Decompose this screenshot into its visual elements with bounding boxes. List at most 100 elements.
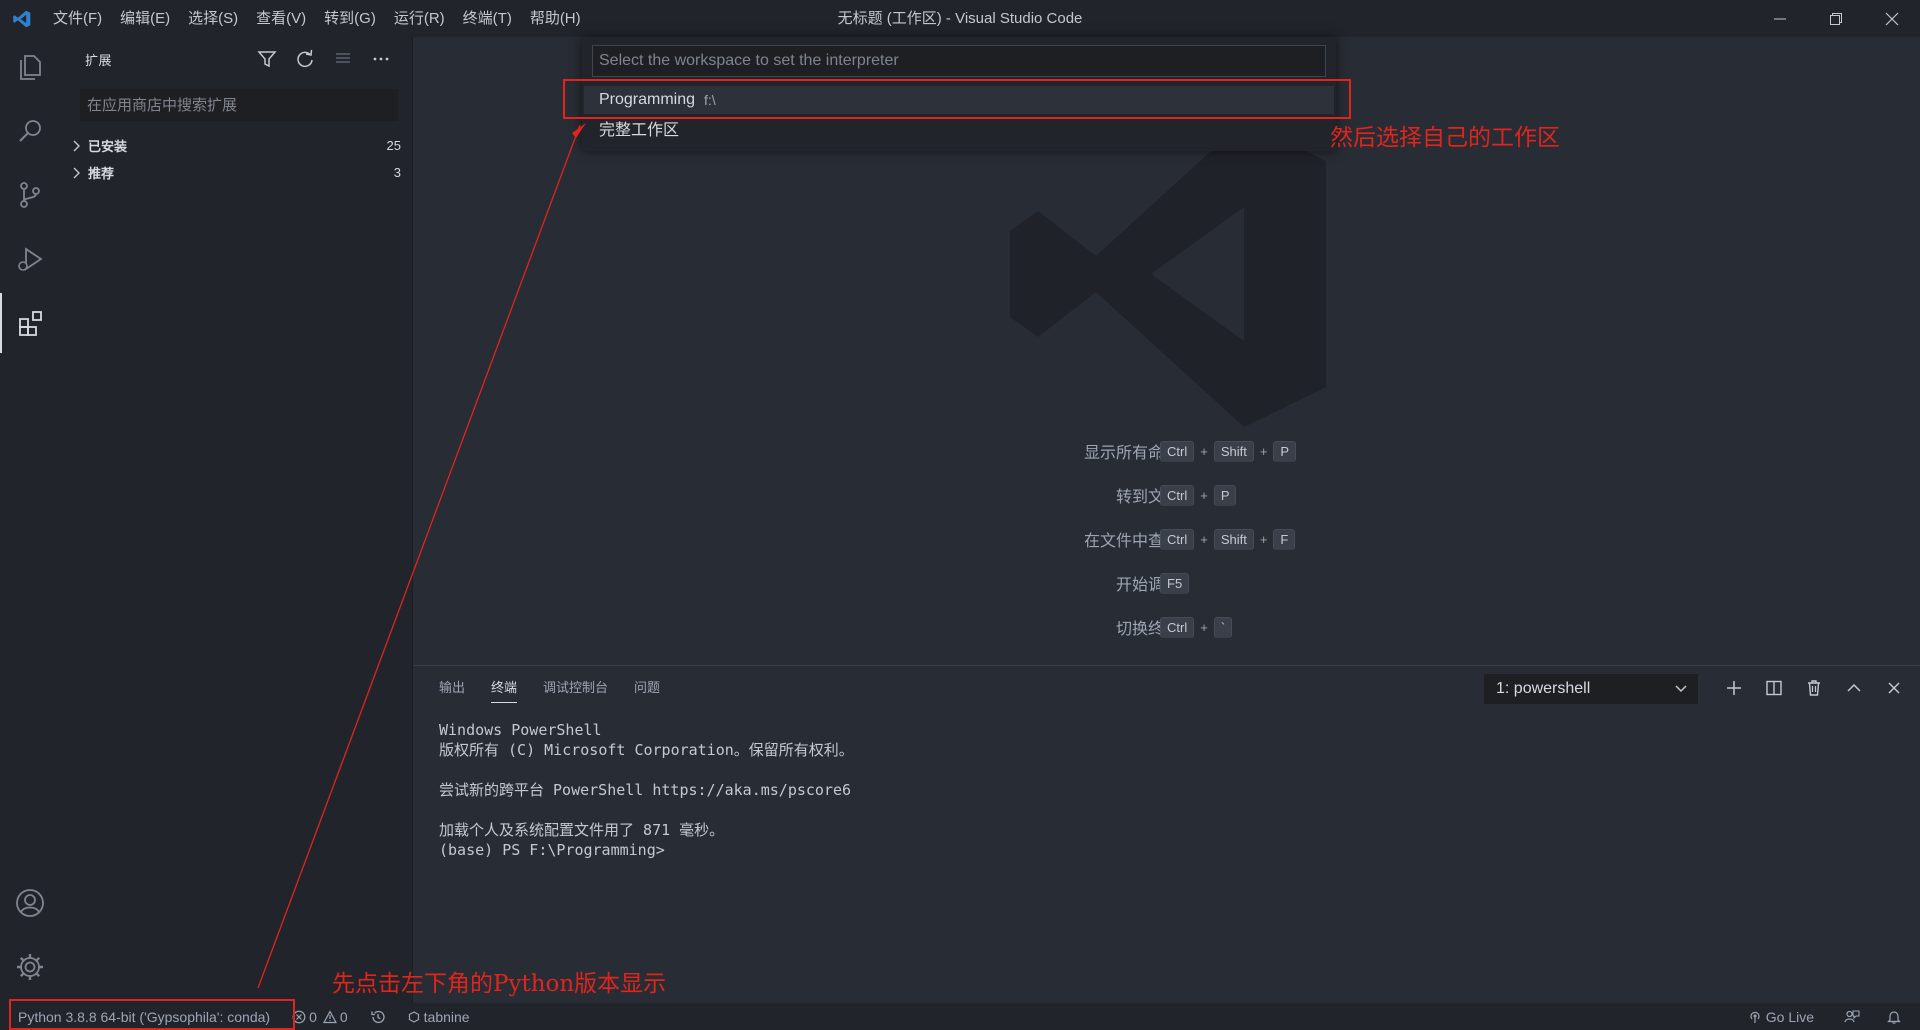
source-control-button[interactable] — [0, 165, 60, 225]
shortcut-keys: Ctrl + P — [1160, 484, 1237, 506]
source-control-icon — [20, 182, 40, 208]
extension-search-input[interactable] — [80, 89, 398, 121]
account-icon — [16, 889, 44, 917]
section-count: 3 — [393, 165, 401, 180]
tab-output[interactable]: 输出 — [439, 666, 465, 710]
clear-results-button[interactable] — [324, 43, 362, 75]
menu-file[interactable]: 文件(F) — [44, 0, 111, 37]
extensions-button[interactable] — [0, 293, 60, 353]
shortcut-keys: Ctrl + Shift + P — [1160, 440, 1297, 462]
kill-terminal-button[interactable] — [1794, 672, 1834, 704]
more-actions-button[interactable] — [362, 43, 400, 75]
tabnine-icon — [408, 1010, 419, 1023]
chevron-right-icon — [60, 140, 86, 152]
minimize-button[interactable] — [1752, 0, 1808, 37]
annotation-box-python — [9, 999, 295, 1030]
warning-count: 0 — [339, 1008, 348, 1025]
terminal-prompt: (base) PS F:\Programming> — [439, 841, 665, 859]
explorer-button[interactable] — [0, 37, 60, 97]
vscode-watermark-icon — [1010, 121, 1326, 432]
search-icon — [19, 120, 41, 142]
bottom-panel: 输出 终端 调试控制台 问题 1: powershell Windows Pow… — [414, 665, 1920, 1003]
feedback-icon — [1844, 1009, 1860, 1022]
chevron-up-icon — [1847, 683, 1861, 692]
sidebar-actions — [248, 43, 400, 75]
sidebar-title: 扩展 — [85, 52, 113, 68]
section-installed[interactable]: 已安装 25 — [60, 132, 413, 159]
gear-icon — [17, 954, 43, 980]
terminal-line: 尝试新的跨平台 PowerShell https://aka.ms/pscore… — [439, 781, 852, 799]
shortcut-toggle-terminal: 切换终端 Ctrl + ` — [414, 613, 1920, 641]
menu-edit[interactable]: 编辑(E) — [111, 0, 179, 37]
tab-problems[interactable]: 问题 — [634, 666, 660, 710]
extensions-icon — [19, 311, 42, 336]
tabnine-label: tabnine — [423, 1008, 470, 1025]
menu-help[interactable]: 帮助(H) — [521, 0, 590, 37]
annotation-text-bottom: 先点击左下角的Python版本显示 — [332, 971, 667, 997]
section-label: 推荐 — [88, 166, 115, 181]
notifications-button[interactable] — [1868, 1003, 1920, 1030]
ellipsis-icon — [373, 57, 389, 61]
restore-icon — [1830, 12, 1842, 25]
key: Ctrl — [1160, 484, 1195, 506]
bell-icon — [1887, 1010, 1901, 1024]
key: Ctrl — [1160, 440, 1195, 462]
shortcut-label: 显示所有命令 — [1083, 445, 1180, 462]
shortcut-show-commands: 显示所有命令 Ctrl + Shift + P — [414, 437, 1920, 465]
shortcut-label: 转到文件 — [1115, 489, 1180, 506]
shortcut-keys: Ctrl + ` — [1160, 616, 1233, 638]
menu-run[interactable]: 运行(R) — [385, 0, 454, 37]
key: P — [1273, 440, 1297, 462]
refresh-button[interactable] — [286, 43, 324, 75]
section-count: 25 — [386, 138, 401, 153]
key: F5 — [1160, 572, 1190, 594]
key: Shift — [1213, 528, 1254, 550]
tabnine-button[interactable]: tabnine — [394, 1003, 478, 1030]
shortcut-go-to-file: 转到文件 Ctrl + P — [414, 481, 1920, 509]
shortcut-label: 开始调试 — [1115, 577, 1180, 594]
close-window-button[interactable] — [1864, 0, 1920, 37]
minimize-icon — [1774, 18, 1786, 19]
close-panel-button[interactable] — [1874, 672, 1914, 704]
shortcut-keys: F5 — [1160, 572, 1190, 594]
tab-terminal[interactable]: 终端 — [491, 666, 518, 710]
history-button[interactable] — [356, 1003, 394, 1030]
go-live-button[interactable]: Go Live — [1740, 1003, 1822, 1030]
maximize-panel-button[interactable] — [1834, 672, 1874, 704]
annotation-text-top: 然后选择自己的工作区 — [1330, 125, 1560, 151]
menu-selection[interactable]: 选择(S) — [179, 0, 247, 37]
filter-extensions-button[interactable] — [248, 43, 286, 75]
plus-icon — [1727, 681, 1741, 695]
refresh-icon — [297, 49, 313, 68]
new-terminal-button[interactable] — [1714, 672, 1754, 704]
quick-pick-input[interactable]: Select the workspace to set the interpre… — [592, 45, 1326, 77]
restore-button[interactable] — [1808, 0, 1864, 37]
menu-go[interactable]: 转到(G) — [315, 0, 385, 37]
shortcut-start-debugging: 开始调试 F5 — [414, 569, 1920, 597]
terminal-line: 版权所有 (C) Microsoft Corporation。保留所有权利。 — [439, 741, 854, 759]
section-recommended[interactable]: 推荐 3 — [60, 159, 413, 186]
feedback-button[interactable] — [1822, 1003, 1868, 1030]
search-button[interactable] — [0, 101, 60, 161]
terminal-select[interactable]: 1: powershell — [1484, 674, 1698, 704]
shortcut-keys: Ctrl + Shift + F — [1160, 528, 1296, 550]
menu-terminal[interactable]: 终端(T) — [454, 0, 521, 37]
clear-all-icon — [336, 53, 350, 63]
go-live-label: Go Live — [1765, 1008, 1814, 1025]
key: Ctrl — [1160, 528, 1195, 550]
shortcut-label: 切换终端 — [1115, 621, 1180, 638]
section-label: 已安装 — [88, 139, 128, 154]
tab-debug-console[interactable]: 调试控制台 — [543, 666, 608, 710]
manage-button[interactable] — [0, 937, 60, 997]
terminal-output[interactable]: Windows PowerShell 版权所有 (C) Microsoft Co… — [439, 720, 854, 860]
run-debug-button[interactable] — [0, 229, 60, 289]
split-terminal-button[interactable] — [1754, 672, 1794, 704]
panel-tabs: 输出 终端 调试控制台 问题 — [439, 666, 686, 710]
key: Ctrl — [1160, 616, 1195, 638]
key: ` — [1213, 616, 1233, 638]
accounts-button[interactable] — [0, 873, 60, 933]
menu-view[interactable]: 查看(V) — [247, 0, 315, 37]
activity-bar — [0, 37, 60, 1003]
title-bar: 文件(F) 编辑(E) 选择(S) 查看(V) 转到(G) 运行(R) 终端(T… — [0, 0, 1920, 37]
